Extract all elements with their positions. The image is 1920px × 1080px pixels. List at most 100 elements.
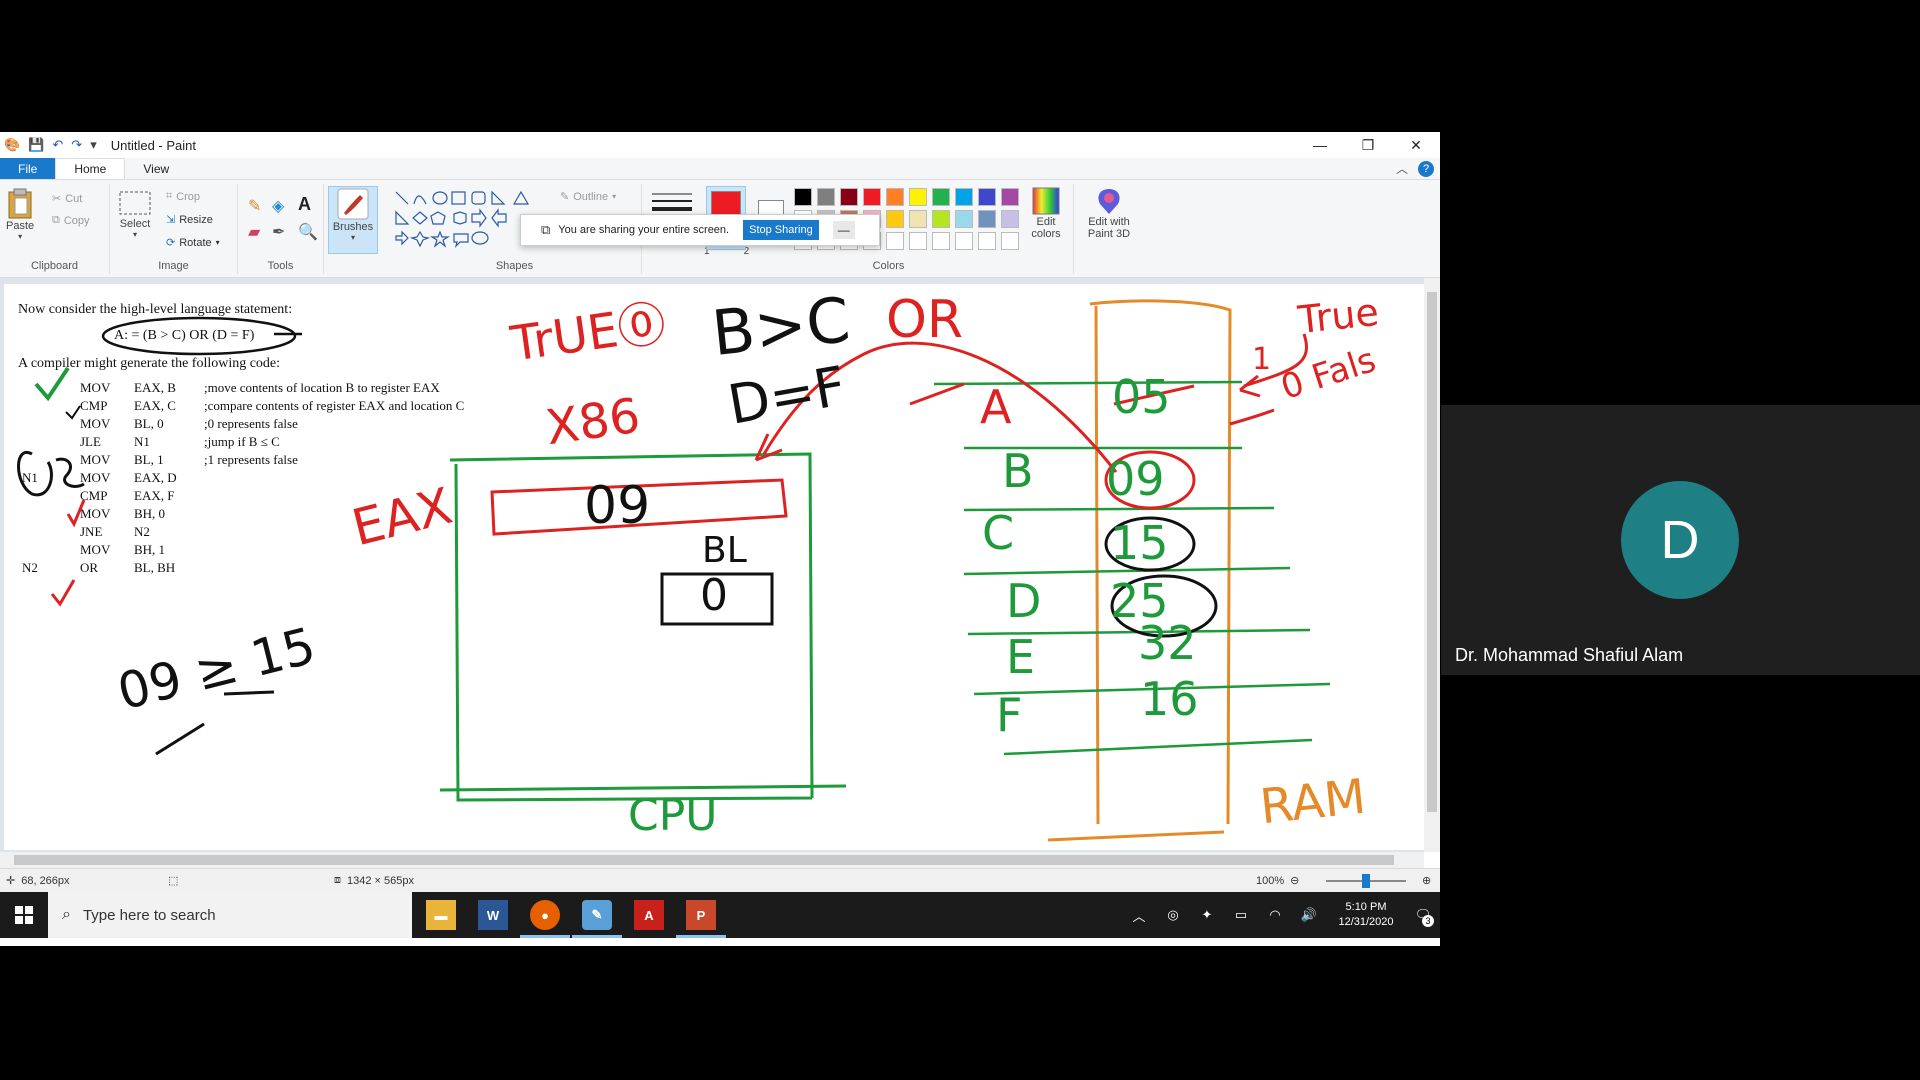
acrobat-icon[interactable]: A (634, 900, 664, 930)
notifications-icon[interactable]: 🗨 3 (1406, 907, 1440, 927)
color-swatch[interactable] (978, 232, 996, 250)
battery-icon[interactable]: ▭ (1224, 907, 1258, 923)
colors-group-label: Colors (872, 260, 905, 272)
check-mark-icon (34, 366, 70, 402)
color-swatch[interactable] (886, 232, 904, 250)
collapse-ribbon-icon[interactable]: ︿ (1396, 160, 1408, 177)
search-placeholder: Type here to search (82, 906, 216, 924)
paste-icon (8, 188, 32, 219)
window-title: Untitled - Paint (110, 137, 196, 153)
dropbox-icon[interactable]: ✦ (1190, 907, 1224, 923)
rotate-label: Rotate (179, 236, 212, 249)
crop-button[interactable]: ⌗ Crop (166, 190, 200, 203)
cut-button[interactable]: ✂ Cut (52, 192, 82, 206)
share-bar-minimize-button[interactable]: — (832, 221, 855, 239)
color-swatch[interactable] (955, 210, 973, 228)
tab-view[interactable]: View (125, 158, 187, 179)
start-button[interactable] (0, 892, 48, 938)
color-swatch[interactable] (840, 188, 858, 206)
zoom-slider-thumb[interactable] (1362, 874, 1370, 888)
zoom-in-icon[interactable]: ⊕ (1422, 874, 1431, 887)
edit-colors-button[interactable]: Edit colors (1024, 186, 1068, 240)
size-lines-icon[interactable] (652, 190, 692, 214)
color-swatch[interactable] (978, 188, 996, 206)
tab-home[interactable]: Home (55, 158, 126, 179)
zoom-out-icon[interactable]: ⊖ (1290, 874, 1299, 887)
color-swatch[interactable] (955, 232, 973, 250)
magnifier-icon[interactable]: 🔍 (298, 222, 318, 242)
color-swatch[interactable] (978, 210, 996, 228)
paint-taskbar-icon[interactable]: ✎ (572, 900, 622, 938)
copy-icon: ⧉ (52, 214, 60, 226)
color-swatch[interactable] (955, 188, 973, 206)
undo-icon[interactable]: ↶ (52, 137, 63, 153)
vertical-scrollbar[interactable] (1424, 278, 1440, 852)
meet-now-icon[interactable]: ◎ (1156, 907, 1190, 923)
firefox-icon[interactable]: ● (520, 900, 570, 938)
resize-button[interactable]: ⇲ Resize (166, 213, 213, 227)
vertical-scroll-thumb[interactable] (1427, 292, 1437, 812)
statement-circle (101, 316, 297, 356)
help-icon[interactable]: ? (1418, 160, 1434, 177)
outline-dropdown[interactable]: ✎ Outline ▾ (560, 190, 616, 204)
select-button[interactable]: Select ▾ (118, 190, 152, 239)
color-swatch[interactable] (1001, 188, 1019, 206)
color-picker-icon[interactable]: ✒ (272, 222, 285, 242)
powerpoint-icon[interactable]: P (676, 900, 726, 938)
wifi-icon[interactable]: ◠ (1258, 907, 1292, 923)
paste-button[interactable]: Paste ▾ (6, 188, 34, 241)
red-tick-or-icon (50, 579, 76, 607)
taskbar-clock[interactable]: 5:10 PM 12/31/2020 (1326, 900, 1406, 930)
drawing-canvas[interactable]: Now consider the high-level language sta… (4, 283, 1424, 850)
brushes-button[interactable]: Brushes ▾ (328, 186, 378, 254)
word-icon[interactable]: W (478, 900, 508, 930)
participant-tile[interactable]: D Dr. Mohammad Shafiul Alam (1441, 405, 1920, 675)
color-swatch[interactable] (932, 232, 950, 250)
ram-base-line (1047, 830, 1225, 842)
horizontal-scrollbar[interactable] (0, 852, 1424, 868)
redo-icon[interactable]: ↷ (71, 137, 82, 153)
copy-button[interactable]: ⧉ Copy (52, 214, 90, 227)
color-swatch[interactable] (909, 210, 927, 228)
tray-overflow-icon[interactable]: ︿ (1122, 906, 1156, 925)
stop-sharing-button[interactable]: Stop Sharing (743, 220, 819, 240)
taskbar-search[interactable]: ⌕ Type here to search (48, 892, 412, 938)
pencil-icon[interactable]: ✎ (248, 196, 261, 216)
fill-icon[interactable]: ◈ (272, 196, 284, 216)
color-swatch[interactable] (1001, 232, 1019, 250)
color-swatch[interactable] (909, 188, 927, 206)
horizontal-scroll-thumb[interactable] (14, 855, 1394, 865)
save-icon[interactable]: 💾 (28, 137, 44, 153)
text-icon[interactable]: A (298, 194, 311, 215)
color-swatch[interactable] (794, 188, 812, 206)
or-label: OR (886, 290, 964, 350)
close-button[interactable]: ✕ (1392, 132, 1440, 158)
tab-file[interactable]: File (0, 158, 56, 179)
memory-value: 16 (1140, 672, 1199, 726)
window-controls: — ❐ ✕ (1296, 132, 1440, 158)
color-swatch[interactable] (909, 232, 927, 250)
group-tools: ✎ ◈ A ▰ ✒ 🔍 Tools (238, 184, 324, 274)
crop-icon: ⌗ (166, 190, 173, 202)
color-swatch[interactable] (932, 188, 950, 206)
edit-paint3d-button[interactable]: Edit with Paint 3D (1078, 186, 1140, 240)
color-swatch[interactable] (1001, 210, 1019, 228)
scratch-underline (155, 722, 205, 756)
restore-button[interactable]: ❐ (1344, 132, 1392, 158)
group-brushes: Brushes ▾ (324, 184, 388, 274)
memory-label-f: F (996, 688, 1023, 742)
minimize-button[interactable]: — (1296, 132, 1344, 158)
color-swatch[interactable] (932, 210, 950, 228)
color-swatch[interactable] (863, 188, 881, 206)
color-swatch[interactable] (817, 188, 835, 206)
color-swatch[interactable] (886, 188, 904, 206)
canvas-size-icon: ⧈ (334, 874, 341, 886)
check-mark-small-icon (65, 405, 81, 420)
eraser-icon[interactable]: ▰ (248, 222, 260, 242)
volume-icon[interactable]: 🔊 (1292, 907, 1326, 923)
true-label: True (1295, 289, 1381, 343)
color-swatch[interactable] (886, 210, 904, 228)
customize-qa-icon[interactable]: ▾ (90, 137, 97, 153)
rotate-button[interactable]: ⟳ Rotate ▾ (166, 236, 220, 250)
file-explorer-icon[interactable]: ▬ (426, 900, 456, 930)
